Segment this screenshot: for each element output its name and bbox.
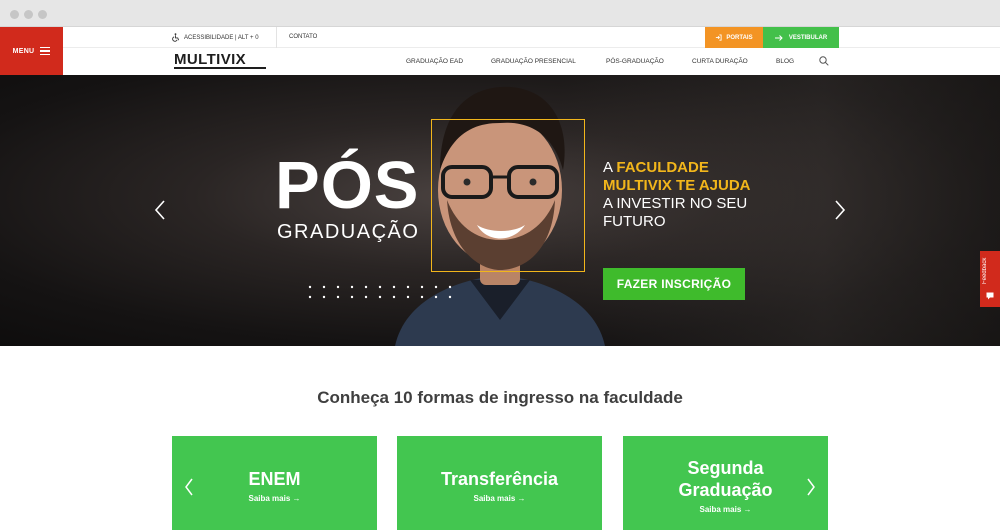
menu-label: MENU [12,47,35,55]
carousel-next-arrow[interactable] [833,199,847,221]
portais-button[interactable]: PORTAIS [705,27,763,48]
dots-decoration [308,285,452,299]
contact-link[interactable]: CONTATO [289,27,317,48]
section-title: Conheça 10 formas de ingresso na faculda… [317,388,683,407]
tagline-highlight: FACULDADE [616,159,709,176]
carousel-prev-arrow[interactable] [153,199,167,221]
saiba-mais-link[interactable]: Saiba mais → [397,494,602,503]
cards-prev-arrow[interactable] [184,478,194,496]
nav-pos-graduacao[interactable]: PÓS-GRADUAÇÃO [606,48,664,75]
tagline-text: A [603,159,617,176]
hamburger-icon [40,47,51,55]
feedback-tab[interactable]: Feedback [980,251,1000,307]
logo-underline [174,67,266,69]
feedback-label: Feedback [982,257,988,285]
hero-frame [431,119,585,272]
window-dot [38,10,47,19]
saiba-mais-link[interactable]: Saiba mais → [172,494,377,503]
card-title: Transferência [440,469,559,489]
card-title: Graduação [678,480,773,500]
search-icon[interactable] [819,56,829,66]
cards-next-arrow[interactable] [806,478,816,496]
main-nav: MULTIVIX GRADUAÇÃO EAD GRADUAÇÃO PRESENC… [63,48,1000,75]
nav-curta-duracao[interactable]: CURTA DURAÇÃO [692,48,748,75]
portais-label: PORTAIS [726,34,753,41]
tagline-text: FUTURO [603,213,666,230]
card-enem[interactable]: ENEM Saiba mais → [172,436,377,530]
hero-banner: PÓS GRADUAÇÃO A FACULDADE MULTIVIX TE AJ… [0,75,1000,346]
multivix-logo[interactable]: MULTIVIX [174,52,246,67]
browser-chrome [0,0,1000,27]
card-title: ENEM [248,469,301,489]
hero-subtitle: GRADUAÇÃO [277,221,420,243]
menu-button[interactable]: MENU [0,27,63,75]
saiba-mais-link[interactable]: Saiba mais → [623,505,828,514]
login-icon [716,34,722,41]
chat-icon [986,292,994,300]
accessibility-label: ACESSIBILIDADE | ALT + 0 [184,34,259,41]
nav-graduacao-presencial[interactable]: GRADUAÇÃO PRESENCIAL [491,48,576,75]
card-segunda-graduacao[interactable]: Segunda Graduação Saiba mais → [623,436,828,530]
tagline-text: A INVESTIR NO SEU [603,195,748,212]
vestibular-label: VESTIBULAR [788,34,828,41]
fazer-inscricao-button[interactable]: FAZER INSCRIÇÃO [603,268,745,300]
hero-title: PÓS [275,148,420,223]
hero-tagline: A FACULDADE MULTIVIX TE AJUDA A INVESTIR… [603,159,751,231]
nav-blog[interactable]: BLOG [776,48,794,75]
wheelchair-icon [172,33,180,42]
divider [276,27,277,48]
top-bar: ACESSIBILIDADE | ALT + 0 CONTATO PORTAIS… [63,27,1000,48]
window-dot [10,10,19,19]
arrow-right-icon [774,34,783,41]
accessibility-link[interactable]: ACESSIBILIDADE | ALT + 0 [171,27,259,48]
window-dot [24,10,33,19]
tagline-highlight: MULTIVIX TE AJUDA [603,177,751,194]
vestibular-button[interactable]: VESTIBULAR [763,27,839,48]
card-title: Segunda [687,458,764,478]
card-transferencia[interactable]: Transferência Saiba mais → [397,436,602,530]
nav-graduacao-ead[interactable]: GRADUAÇÃO EAD [406,48,463,75]
